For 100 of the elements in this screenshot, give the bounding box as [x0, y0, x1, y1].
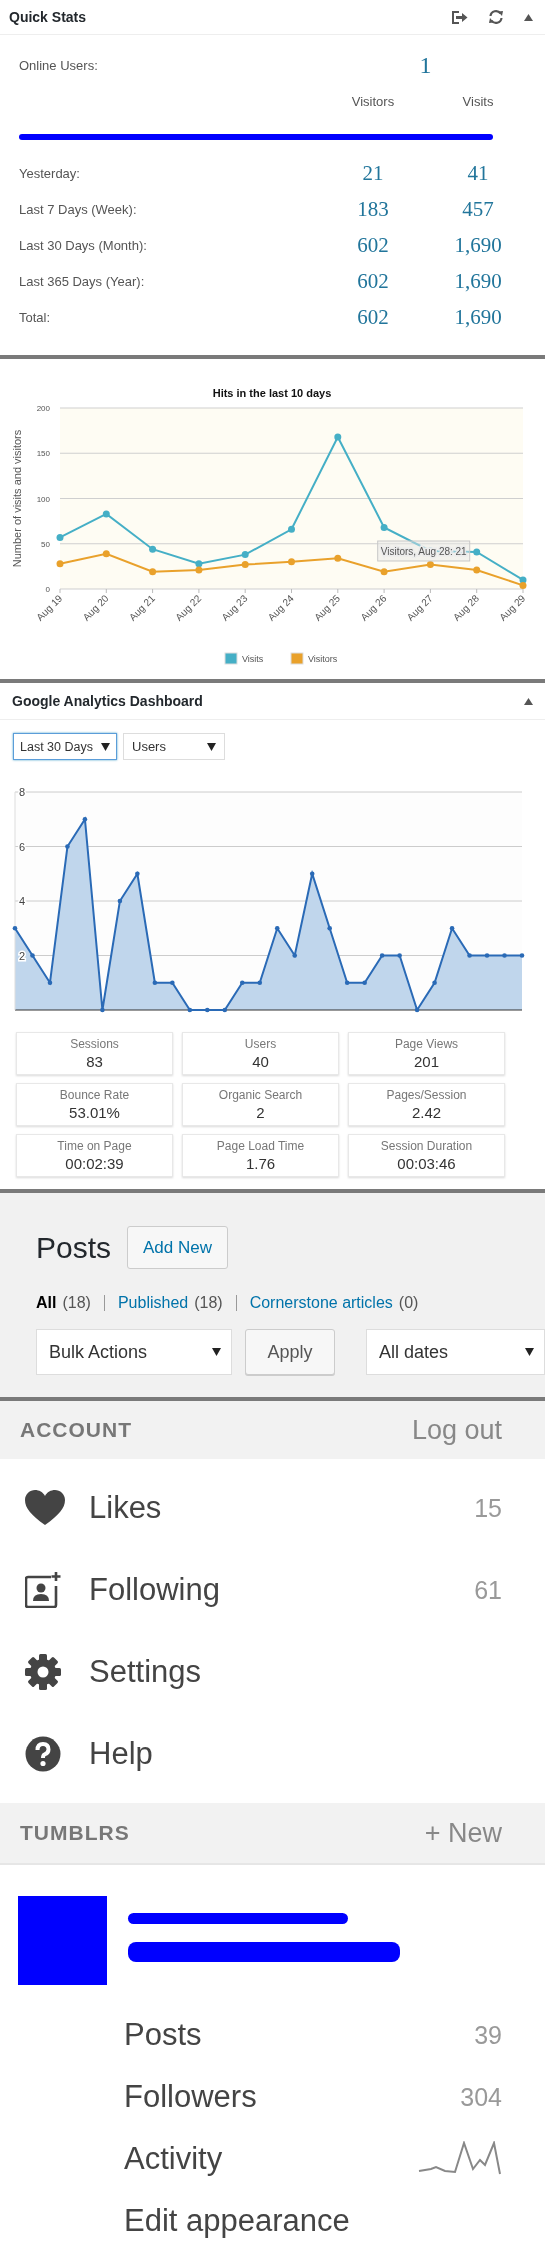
data-point: [344, 980, 350, 986]
data-point: [467, 953, 472, 958]
data-point: [30, 953, 35, 958]
axis-label: 100: [36, 494, 50, 504]
help-icon: [25, 1736, 61, 1772]
metric-select[interactable]: Users: [123, 733, 225, 760]
data-point: [222, 1007, 228, 1013]
add-new-button[interactable]: Add New: [127, 1226, 228, 1269]
menu-item[interactable]: Following: [89, 1572, 475, 1608]
date-select[interactable]: All dates: [366, 1329, 545, 1375]
metric-label: Bounce Rate: [59, 1088, 130, 1102]
data-point: [380, 568, 388, 576]
metric-label: Users: [244, 1037, 277, 1051]
contact-card-icon: [25, 1572, 61, 1608]
data-point: [12, 925, 18, 931]
data-point: [240, 980, 245, 986]
metric-label: Time on Page: [57, 1139, 132, 1153]
column-header: Visitors: [350, 93, 396, 109]
data-point: [414, 1007, 420, 1013]
axis-label: Aug 25: [312, 592, 343, 623]
data-point: [288, 525, 295, 533]
data-point: [362, 980, 367, 986]
metric-label: Sessions: [70, 1037, 119, 1051]
stat-value: 41: [466, 160, 490, 186]
stat-value: 1: [418, 51, 433, 79]
axis-label: 4: [18, 895, 26, 907]
caret-icon: [101, 742, 110, 751]
metric-label: Page Load Time: [216, 1139, 305, 1153]
data-point: [82, 816, 88, 822]
metric-value: 201: [414, 1053, 439, 1070]
data-point: [135, 871, 140, 877]
menu-item[interactable]: Likes: [89, 1490, 475, 1526]
data-point: [274, 925, 280, 931]
metric-value: 1.76: [245, 1155, 276, 1172]
data-point: [102, 510, 110, 518]
data-point: [379, 953, 385, 958]
caret-icon: [207, 742, 216, 751]
page-title: Posts: [36, 1230, 112, 1265]
metric-label: Session Duration: [380, 1139, 473, 1153]
data-point: [100, 1007, 105, 1013]
stat-label: Online Users:: [19, 57, 99, 73]
data-point: [484, 953, 490, 958]
data-point: [187, 1007, 193, 1013]
period-select[interactable]: Last 30 Days: [13, 733, 117, 760]
filter-count: (18): [62, 1294, 91, 1312]
stat-value: 457: [461, 196, 495, 222]
filter-link[interactable]: All: [36, 1294, 57, 1312]
item-count: 39: [474, 2020, 502, 2050]
refresh-icon[interactable]: [488, 9, 504, 25]
filter-link[interactable]: Cornerstone articles: [249, 1294, 393, 1312]
metric-value: 53.01%: [69, 1104, 120, 1121]
blog-menu-item[interactable]: Followers: [124, 2079, 257, 2115]
axis-label: Aug 21: [126, 592, 157, 623]
axis-label: Aug 24: [265, 592, 296, 623]
axis-label: Aug 23: [219, 592, 250, 623]
axis-label: Aug 29: [497, 592, 528, 623]
blog-menu-item[interactable]: Edit appearance: [124, 2203, 350, 2239]
stat-label: Last 365 Days (Year):: [19, 273, 146, 289]
caret-icon: [212, 1348, 221, 1356]
blog-menu-item[interactable]: Posts: [124, 2017, 202, 2053]
apply-button[interactable]: Apply: [245, 1329, 335, 1375]
stat-label: Total:: [19, 309, 52, 325]
metric-value: 83: [86, 1053, 103, 1070]
axis-label: 0: [45, 585, 50, 594]
axis-label: 200: [36, 404, 50, 413]
stat-value: 602: [356, 232, 390, 258]
heart-icon: [25, 1490, 65, 1526]
data-point: [519, 953, 525, 958]
data-point: [117, 898, 123, 904]
collapse-icon[interactable]: [524, 697, 533, 705]
data-point: [47, 980, 53, 986]
axis-label: Aug 27: [404, 592, 435, 623]
metric-label: Page Views: [394, 1037, 459, 1051]
data-point: [65, 844, 70, 849]
menu-item[interactable]: Settings: [89, 1654, 502, 1690]
collapse-icon[interactable]: [524, 13, 533, 21]
metric-label: Organic Search: [218, 1088, 303, 1102]
item-count: 61: [474, 1575, 502, 1605]
data-point: [426, 561, 434, 569]
stat-value: 602: [356, 268, 390, 294]
data-point: [449, 925, 455, 931]
stat-value: 1,690: [453, 304, 503, 330]
menu-item[interactable]: Help: [89, 1736, 502, 1772]
bulk-actions-select[interactable]: Bulk Actions: [36, 1329, 232, 1375]
axis-label: Aug 19: [34, 592, 65, 623]
exit-icon[interactable]: [452, 10, 468, 24]
data-point: [473, 548, 481, 556]
data-point: [288, 558, 295, 566]
axis-title: Number of visits and visitors: [11, 429, 23, 568]
data-point: [56, 533, 64, 541]
data-point: [473, 566, 481, 574]
legend-label: Visitors: [308, 654, 338, 664]
metric-value: 2: [256, 1104, 265, 1121]
blog-menu-item[interactable]: Activity: [124, 2141, 223, 2177]
metric-label: Pages/Session: [386, 1088, 467, 1102]
filter-link[interactable]: Published: [117, 1294, 189, 1312]
stat-label: Last 30 Days (Month):: [19, 237, 148, 253]
stat-value: 1,690: [453, 268, 503, 294]
data-point: [149, 545, 157, 553]
data-point: [257, 980, 263, 986]
